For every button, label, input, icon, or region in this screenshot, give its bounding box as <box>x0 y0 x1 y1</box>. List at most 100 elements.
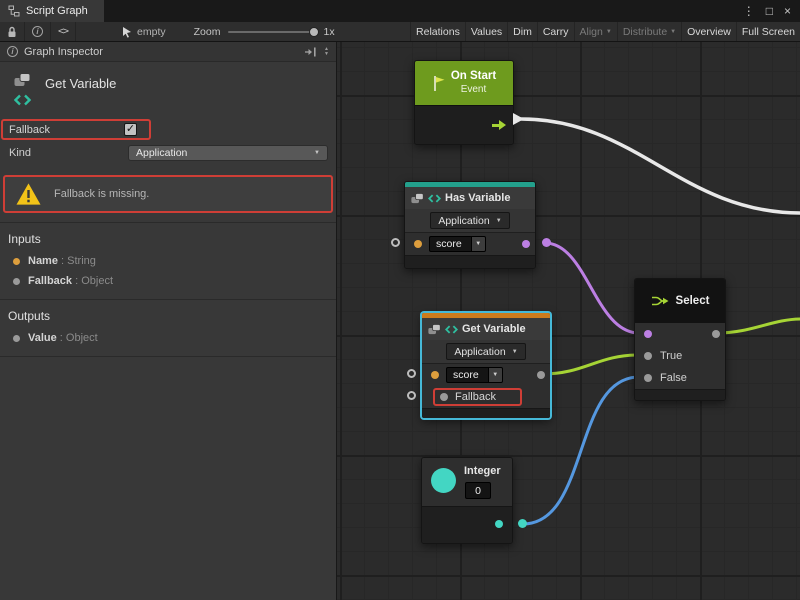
chevron-down-icon: ▼ <box>606 29 612 35</box>
selection-output-port[interactable] <box>712 330 720 338</box>
result-output-port[interactable] <box>522 240 530 248</box>
maximize-icon[interactable]: □ <box>766 4 773 18</box>
kind-field-row: Kind Application ▼ <box>0 142 336 164</box>
code-brackets-icon <box>14 94 31 106</box>
fallback-port-highlight: Fallback <box>433 388 522 406</box>
false-input-port[interactable] <box>644 374 652 382</box>
unconnected-port-circle[interactable] <box>407 369 416 378</box>
lock-icon <box>7 26 17 38</box>
flow-connection-arrow[interactable] <box>513 113 524 125</box>
code-view-button[interactable]: <> <box>51 22 76 41</box>
node-header[interactable]: Has Variable <box>405 187 535 209</box>
wire-getvariable-to-select-true[interactable] <box>542 355 639 374</box>
divider <box>0 356 336 357</box>
node-header[interactable]: Get Variable <box>422 318 550 340</box>
node-header[interactable]: Select <box>635 279 725 323</box>
condition-input-port[interactable] <box>644 330 652 338</box>
on-start-header: On Start Event <box>415 61 513 105</box>
variables-icon <box>428 324 441 335</box>
fallback-input-port[interactable] <box>440 393 448 401</box>
wire-hasvariable-to-select-condition[interactable] <box>545 243 639 333</box>
lock-button[interactable] <box>0 22 25 41</box>
chevron-down-icon: ▼ <box>472 236 486 252</box>
kind-field-label: Kind <box>9 147 128 159</box>
teal-connection-dot[interactable] <box>518 519 527 528</box>
zoom-label: Zoom <box>194 26 221 38</box>
fallback-port-row: Fallback <box>422 386 550 408</box>
code-brackets-icon <box>428 194 441 203</box>
unit-title: Get Variable <box>45 73 116 106</box>
object-port-dot <box>13 278 20 285</box>
overview-button[interactable]: Overview <box>681 22 736 41</box>
graph-inspector-header: i Graph Inspector ▲ ▼ <box>0 42 336 62</box>
integer-type-icon <box>431 468 456 493</box>
zoom-slider-knob[interactable] <box>309 27 319 37</box>
node-title: Get Variable <box>462 323 526 335</box>
flow-output-port[interactable] <box>492 120 506 130</box>
false-port-row: False <box>635 367 725 389</box>
fallback-field-highlight: Fallback ✓ <box>1 119 151 140</box>
graph-toolbar: i <> empty Zoom 1x Relations Values Dim … <box>0 22 800 42</box>
select-branch-icon <box>651 294 670 308</box>
align-button: Align▼ <box>574 22 617 41</box>
name-input-port[interactable] <box>431 371 439 379</box>
node-on-start[interactable]: On Start Event <box>414 60 514 145</box>
node-subtitle: Event <box>461 83 487 96</box>
relations-button[interactable]: Relations <box>410 22 465 41</box>
selection-status-label: empty <box>137 26 166 38</box>
menu-dots-icon[interactable]: ⋮ <box>743 4 755 18</box>
true-input-port[interactable] <box>644 352 652 360</box>
variable-kind-dropdown[interactable]: Application ▼ <box>430 212 509 229</box>
tab-title: Script Graph <box>26 5 88 17</box>
graph-canvas[interactable]: On Start Event Has Variable <box>337 42 800 600</box>
inspect-toggle-button[interactable]: i <box>25 22 51 41</box>
integer-value-field[interactable]: 0 <box>465 482 491 499</box>
variable-name-dropdown[interactable]: score ▼ <box>429 236 486 252</box>
connection-wires <box>337 42 800 600</box>
close-icon[interactable]: × <box>784 4 791 18</box>
node-subheader: Application ▼ <box>422 340 550 364</box>
values-button[interactable]: Values <box>465 22 507 41</box>
name-input-port[interactable] <box>414 240 422 248</box>
unconnected-port-circle[interactable] <box>407 391 416 400</box>
fallback-checkbox[interactable]: ✓ <box>124 123 137 136</box>
unconnected-port-circle[interactable] <box>391 238 400 247</box>
spin-down-icon: ▼ <box>324 52 329 57</box>
selection-status: empty <box>122 26 166 38</box>
window-controls: ⋮ □ × <box>743 0 800 22</box>
node-footer <box>422 506 512 543</box>
warning-icon <box>15 182 42 206</box>
condition-port-row <box>635 323 725 345</box>
tab-script-graph[interactable]: Script Graph <box>0 0 104 22</box>
warning-box: Fallback is missing. <box>3 175 333 213</box>
node-title: Select <box>676 295 710 307</box>
integer-output-port[interactable] <box>495 520 503 528</box>
dim-button[interactable]: Dim <box>507 22 537 41</box>
zoom-slider[interactable] <box>228 31 316 33</box>
purple-connection-dot[interactable] <box>542 238 551 247</box>
wire-onstart-output[interactable] <box>521 119 800 213</box>
input-port-row: Fallback : Object <box>0 271 336 291</box>
kind-dropdown[interactable]: Application ▼ <box>128 145 328 161</box>
panel-resize-arrows[interactable]: ▲ ▼ <box>324 47 329 56</box>
value-output-port[interactable] <box>537 371 545 379</box>
outputs-section-title: Outputs <box>0 300 336 328</box>
node-title: On Start <box>451 70 496 83</box>
window-titlebar: Script Graph ⋮ □ × <box>0 0 800 22</box>
code-brackets-icon <box>445 325 458 334</box>
node-footer <box>405 255 535 268</box>
node-integer[interactable]: Integer 0 <box>421 457 513 544</box>
toolbar-button-group: Relations Values Dim Carry Align▼ Distri… <box>410 22 800 41</box>
variable-name-dropdown[interactable]: score ▼ <box>446 367 503 383</box>
node-title: Integer <box>464 465 501 477</box>
wire-select-output[interactable] <box>718 319 800 333</box>
node-footer <box>422 408 550 418</box>
variable-kind-dropdown[interactable]: Application ▼ <box>446 343 525 360</box>
carry-button[interactable]: Carry <box>537 22 574 41</box>
node-select[interactable]: Select True False <box>634 278 726 401</box>
flag-icon <box>432 75 446 92</box>
full-screen-button[interactable]: Full Screen <box>736 22 800 41</box>
dock-icon[interactable] <box>304 47 317 57</box>
node-get-variable[interactable]: Get Variable Application ▼ score ▼ <box>421 312 551 419</box>
node-has-variable[interactable]: Has Variable Application ▼ score ▼ <box>404 181 536 269</box>
